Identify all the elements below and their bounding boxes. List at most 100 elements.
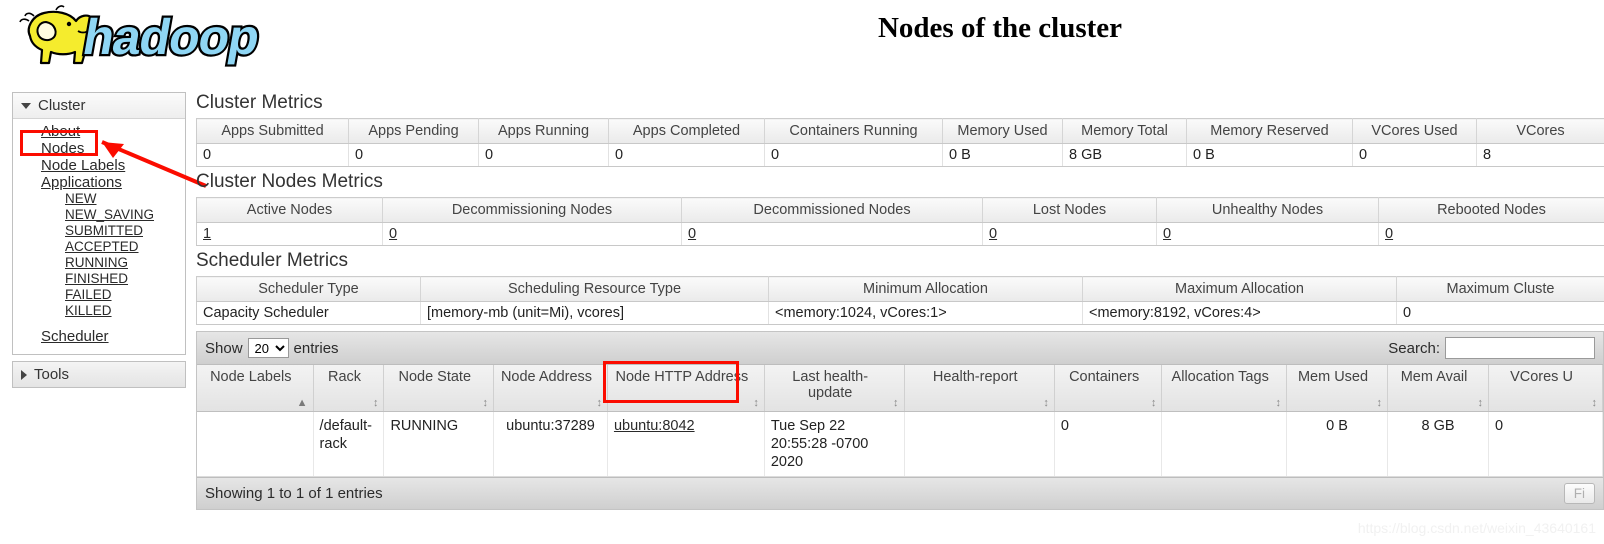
scheduler-metrics-table: Scheduler Type Scheduling Resource Type …	[196, 276, 1604, 325]
th-apps-running: Apps Running	[478, 118, 609, 144]
sidebar-item-finished[interactable]: FINISHED	[13, 271, 185, 287]
sort-none-icon: ↕	[372, 397, 379, 409]
page-title: Nodes of the cluster	[877, 12, 1123, 44]
td-active-nodes[interactable]: 1	[196, 222, 383, 246]
td-unhealthy-nodes[interactable]: 0	[1156, 222, 1379, 246]
sidebar-cluster-items: About Nodes Node Labels Applications NEW…	[13, 119, 185, 354]
yarn-resourcemanager-page: hadoop Nodes of the cluster Cluster Abou…	[0, 0, 1604, 544]
th-rack[interactable]: Rack ↕	[313, 365, 385, 412]
sidebar-item-new[interactable]: NEW	[13, 191, 185, 207]
show-label: Show	[205, 339, 243, 357]
nodes-table: Node Labels ▲ Rack ↕ Node State ↕ Node Addr…	[197, 365, 1603, 477]
sidebar-item-running[interactable]: RUNNING	[13, 255, 185, 271]
th-last-health-update[interactable]: Last health-update ↕	[764, 365, 905, 412]
sidebar-section-tools[interactable]: Tools	[13, 362, 185, 387]
th-containers[interactable]: Containers ↕	[1054, 365, 1163, 412]
sidebar: Cluster About Nodes Node Labels Applicat…	[12, 92, 186, 394]
th-node-address[interactable]: Node Address ↕	[493, 365, 608, 412]
th-containers-label: Containers	[1069, 369, 1140, 385]
th-lost-nodes: Lost Nodes	[982, 197, 1157, 223]
sidebar-item-killed[interactable]: KILLED	[13, 303, 185, 319]
td-health-report	[904, 411, 1055, 477]
sidebar-item-nodes[interactable]: Nodes	[13, 140, 185, 157]
table-header-row: Apps Submitted Apps Pending Apps Running…	[196, 118, 1604, 144]
sort-none-icon: ↕	[1043, 397, 1049, 409]
table-header-row: Scheduler Type Scheduling Resource Type …	[196, 276, 1604, 302]
td-decommissioning-nodes[interactable]: 0	[382, 222, 682, 246]
td-apps-submitted: 0	[196, 143, 349, 167]
td-decommissioned-nodes[interactable]: 0	[681, 222, 983, 246]
scheduler-metrics-title: Scheduler Metrics	[196, 250, 349, 271]
th-vcores-used-label: VCores U	[1510, 369, 1573, 385]
td-rebooted-nodes[interactable]: 0	[1378, 222, 1604, 246]
node-http-address-link[interactable]: ubuntu:8042	[614, 418, 695, 434]
decommissioned-nodes-link[interactable]: 0	[688, 226, 696, 242]
td-node-http-address[interactable]: ubuntu:8042	[607, 411, 765, 477]
th-node-http-address[interactable]: Node HTTP Address ↕	[607, 365, 765, 412]
td-apps-running: 0	[478, 143, 609, 167]
th-vcores-used[interactable]: VCores U ↕	[1488, 365, 1603, 412]
page-length-select[interactable]: 20	[247, 338, 289, 358]
table-row: 1 0 0 0 0 0	[196, 222, 1604, 246]
th-scheduler-type: Scheduler Type	[196, 276, 421, 302]
search-input[interactable]	[1445, 337, 1595, 359]
cluster-metrics-title: Cluster Metrics	[196, 92, 323, 113]
td-vcores-used: 0	[1352, 143, 1477, 167]
sidebar-item-node-labels[interactable]: Node Labels	[13, 157, 185, 174]
lost-nodes-link[interactable]: 0	[989, 226, 997, 242]
th-rebooted-nodes: Rebooted Nodes	[1378, 197, 1604, 223]
td-maximum-cluster-application-priority: 0	[1396, 301, 1604, 325]
sort-none-icon: ↕	[1376, 397, 1383, 409]
sidebar-section-cluster[interactable]: Cluster	[13, 93, 185, 119]
th-last-health-update-label: Last health-update	[792, 369, 869, 401]
sidebar-tools-block: Tools	[12, 361, 186, 388]
table-row: Capacity Scheduler [memory-mb (unit=Mi),…	[196, 301, 1604, 325]
th-health-report-label: Health-report	[932, 369, 1018, 385]
sidebar-section-tools-label: Tools	[34, 366, 70, 383]
sidebar-item-about[interactable]: About	[13, 123, 185, 140]
th-unhealthy-nodes: Unhealthy Nodes	[1156, 197, 1379, 223]
rebooted-nodes-link[interactable]: 0	[1385, 226, 1393, 242]
td-lost-nodes[interactable]: 0	[982, 222, 1157, 246]
th-mem-avail[interactable]: Mem Avail ↕	[1387, 365, 1490, 412]
nodes-table-toolbar: Show 20 entries Search:	[197, 332, 1603, 365]
th-node-state[interactable]: Node State ↕	[383, 365, 495, 412]
sort-none-icon: ↕	[753, 397, 759, 409]
nodes-table-footer: Showing 1 to 1 of 1 entries Fi	[197, 477, 1603, 509]
watermark: https://blog.csdn.net/weixin_43640161	[1357, 520, 1596, 536]
th-node-labels[interactable]: Node Labels ▲	[197, 365, 314, 412]
table-header-row: Node Labels ▲ Rack ↕ Node State ↕ Node Addr…	[197, 365, 1603, 412]
pagination-first-button[interactable]: Fi	[1563, 483, 1595, 504]
td-apps-pending: 0	[348, 143, 479, 167]
th-scheduling-resource-type: Scheduling Resource Type	[420, 276, 769, 302]
td-apps-completed: 0	[608, 143, 765, 167]
th-active-nodes: Active Nodes	[196, 197, 383, 223]
unhealthy-nodes-link[interactable]: 0	[1163, 226, 1171, 242]
chevron-down-icon	[21, 102, 31, 109]
th-node-address-label: Node Address	[500, 369, 593, 385]
td-maximum-allocation: <memory:8192, vCores:4>	[1082, 301, 1397, 325]
th-health-report[interactable]: Health-report ↕	[904, 365, 1055, 412]
td-memory-total: 8 GB	[1062, 143, 1187, 167]
th-node-http-address-label: Node HTTP Address	[615, 369, 749, 385]
cluster-nodes-metrics-title: Cluster Nodes Metrics	[196, 171, 383, 192]
table-info: Showing 1 to 1 of 1 entries	[205, 485, 383, 502]
decommissioning-nodes-link[interactable]: 0	[389, 226, 397, 242]
th-decommissioning-nodes: Decommissioning Nodes	[382, 197, 682, 223]
th-apps-pending: Apps Pending	[348, 118, 479, 144]
sidebar-item-accepted[interactable]: ACCEPTED	[13, 239, 185, 255]
active-nodes-link[interactable]: 1	[203, 226, 211, 242]
sidebar-item-applications[interactable]: Applications	[13, 174, 185, 191]
th-mem-used[interactable]: Mem Used ↕	[1286, 365, 1389, 412]
td-scheduler-type: Capacity Scheduler	[196, 301, 421, 325]
sidebar-item-new-saving[interactable]: NEW_SAVING	[13, 207, 185, 223]
sidebar-item-submitted[interactable]: SUBMITTED	[13, 223, 185, 239]
sidebar-cluster-block: Cluster About Nodes Node Labels Applicat…	[12, 92, 186, 355]
th-allocation-tags[interactable]: Allocation Tags ↕	[1161, 365, 1288, 412]
sidebar-item-scheduler[interactable]: Scheduler	[13, 328, 185, 345]
th-memory-total: Memory Total	[1062, 118, 1187, 144]
th-containers-running: Containers Running	[764, 118, 943, 144]
hadoop-elephant-logo[interactable]: hadoop	[12, 2, 312, 72]
sidebar-item-failed[interactable]: FAILED	[13, 287, 185, 303]
